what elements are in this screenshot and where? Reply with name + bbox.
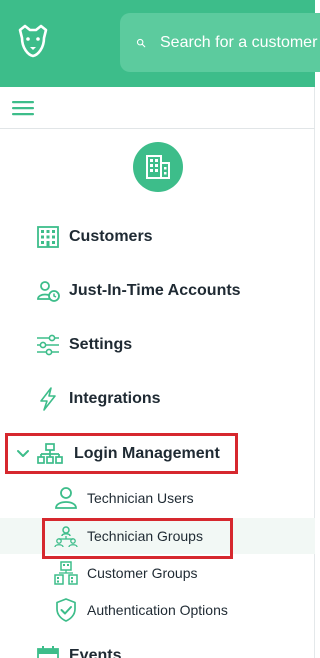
search-bar[interactable] [120,13,320,72]
sliders-icon [37,334,59,356]
sidebar-item-events[interactable]: Events [0,639,315,658]
building-group-icon [54,561,78,585]
sidebar-item-label: Events [69,647,122,658]
search-icon[interactable] [136,31,146,55]
sidebar-item-label: Integrations [69,390,161,407]
chevron-down-icon[interactable] [16,447,30,461]
calendar-icon [37,646,59,658]
sidebar-item-integrations[interactable]: Integrations [0,379,315,419]
sidebar-subitem-customer-groups[interactable]: Customer Groups [0,555,315,591]
org-chart-icon [37,443,63,464]
sidebar-subitem-label: Customer Groups [87,565,198,581]
highlight-outline [42,518,233,559]
divider [0,128,315,129]
sidebar-item-settings[interactable]: Settings [0,325,315,365]
organization-badge[interactable] [133,142,183,192]
sidebar-item-label: Settings [69,336,133,353]
hamburger-menu-icon[interactable] [12,100,34,116]
lightning-icon [40,387,56,411]
building-grid-icon [37,226,59,248]
sidebar-item-label: Login Management [74,444,220,462]
sidebar-item-label: Just-In-Time Accounts [69,282,241,299]
user-icon [55,487,77,509]
sidebar-item-login-management[interactable]: Login Management [5,433,238,474]
cheetah-logo-icon[interactable] [16,24,50,58]
sidebar-item-customers[interactable]: Customers [0,217,315,257]
shield-check-icon [56,598,76,622]
sidebar: Customers Just-In-Time Accounts Settings… [0,87,315,658]
building-icon [146,155,170,179]
top-bar [0,0,320,87]
sidebar-subitem-technician-users[interactable]: Technician Users [0,480,315,516]
sidebar-subitem-authentication-options[interactable]: Authentication Options [0,592,315,628]
sidebar-item-label: Customers [69,228,153,245]
search-input[interactable] [160,33,320,52]
sidebar-item-just-in-time-accounts[interactable]: Just-In-Time Accounts [0,271,315,311]
sidebar-subitem-label: Technician Users [87,490,194,506]
sidebar-subitem-label: Authentication Options [87,602,228,618]
user-clock-icon [37,281,60,302]
